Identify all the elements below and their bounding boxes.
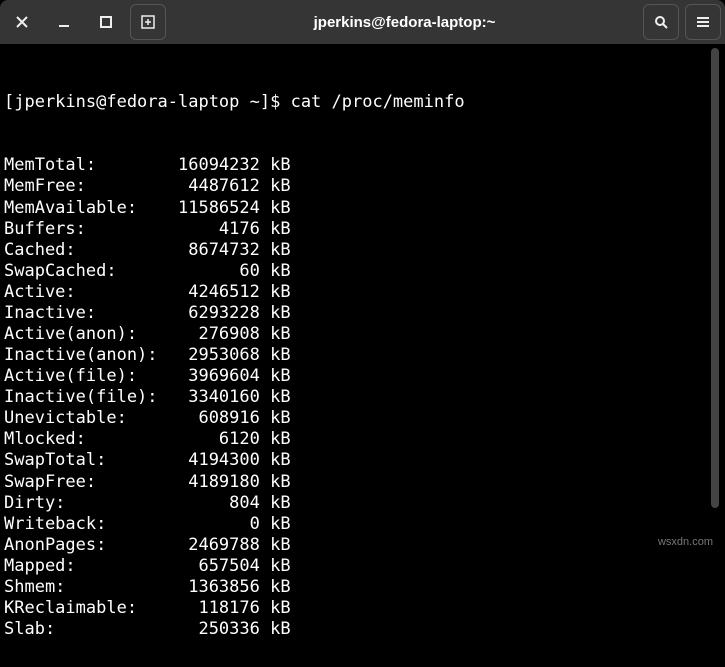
minimize-icon — [56, 14, 72, 30]
menu-button[interactable] — [685, 4, 721, 40]
terminal-area[interactable]: [jperkins@fedora-laptop ~]$ cat /proc/me… — [0, 44, 725, 667]
prompt-line: [jperkins@fedora-laptop ~]$ cat /proc/me… — [4, 92, 721, 113]
new-tab-icon — [140, 14, 156, 30]
prompt-command: cat /proc/meminfo — [291, 92, 465, 112]
meminfo-row: Unevictable: 608916 kB — [4, 408, 721, 429]
titlebar-right-controls — [643, 4, 721, 40]
search-button[interactable] — [643, 4, 679, 40]
meminfo-row: MemTotal: 16094232 kB — [4, 155, 721, 176]
maximize-icon — [98, 14, 114, 30]
meminfo-row: Shmem: 1363856 kB — [4, 577, 721, 598]
meminfo-row: Inactive: 6293228 kB — [4, 303, 721, 324]
search-icon — [653, 14, 669, 30]
meminfo-row: SwapCached: 60 kB — [4, 261, 721, 282]
window-titlebar: jperkins@fedora-laptop:~ — [0, 0, 725, 44]
meminfo-row: MemAvailable: 11586524 kB — [4, 198, 721, 219]
meminfo-row: Inactive(anon): 2953068 kB — [4, 345, 721, 366]
scrollbar-thumb[interactable] — [711, 48, 719, 508]
meminfo-row: Mlocked: 6120 kB — [4, 429, 721, 450]
close-button[interactable] — [4, 4, 40, 40]
meminfo-row: KReclaimable: 118176 kB — [4, 598, 721, 619]
prompt-user-host: [jperkins@fedora-laptop ~]$ — [4, 92, 291, 112]
minimize-button[interactable] — [46, 4, 82, 40]
watermark: wsxdn.com — [658, 536, 713, 548]
meminfo-row: Writeback: 0 kB — [4, 514, 721, 535]
close-icon — [14, 14, 30, 30]
window-title: jperkins@fedora-laptop:~ — [166, 14, 643, 31]
meminfo-row: Inactive(file): 3340160 kB — [4, 387, 721, 408]
meminfo-row: Active(anon): 276908 kB — [4, 324, 721, 345]
meminfo-row: AnonPages: 2469788 kB — [4, 535, 721, 556]
meminfo-row: Cached: 8674732 kB — [4, 240, 721, 261]
meminfo-row: Active: 4246512 kB — [4, 282, 721, 303]
meminfo-row: Buffers: 4176 kB — [4, 219, 721, 240]
meminfo-row: MemFree: 4487612 kB — [4, 176, 721, 197]
meminfo-row: SwapTotal: 4194300 kB — [4, 450, 721, 471]
meminfo-row: SwapFree: 4189180 kB — [4, 472, 721, 493]
meminfo-output: MemTotal: 16094232 kBMemFree: 4487612 kB… — [4, 155, 721, 640]
meminfo-row: Slab: 250336 kB — [4, 619, 721, 640]
meminfo-row: Mapped: 657504 kB — [4, 556, 721, 577]
new-tab-button[interactable] — [130, 4, 166, 40]
meminfo-row: Dirty: 804 kB — [4, 493, 721, 514]
hamburger-icon — [695, 14, 711, 30]
maximize-button[interactable] — [88, 4, 124, 40]
meminfo-row: Active(file): 3969604 kB — [4, 366, 721, 387]
titlebar-left-controls — [4, 4, 166, 40]
